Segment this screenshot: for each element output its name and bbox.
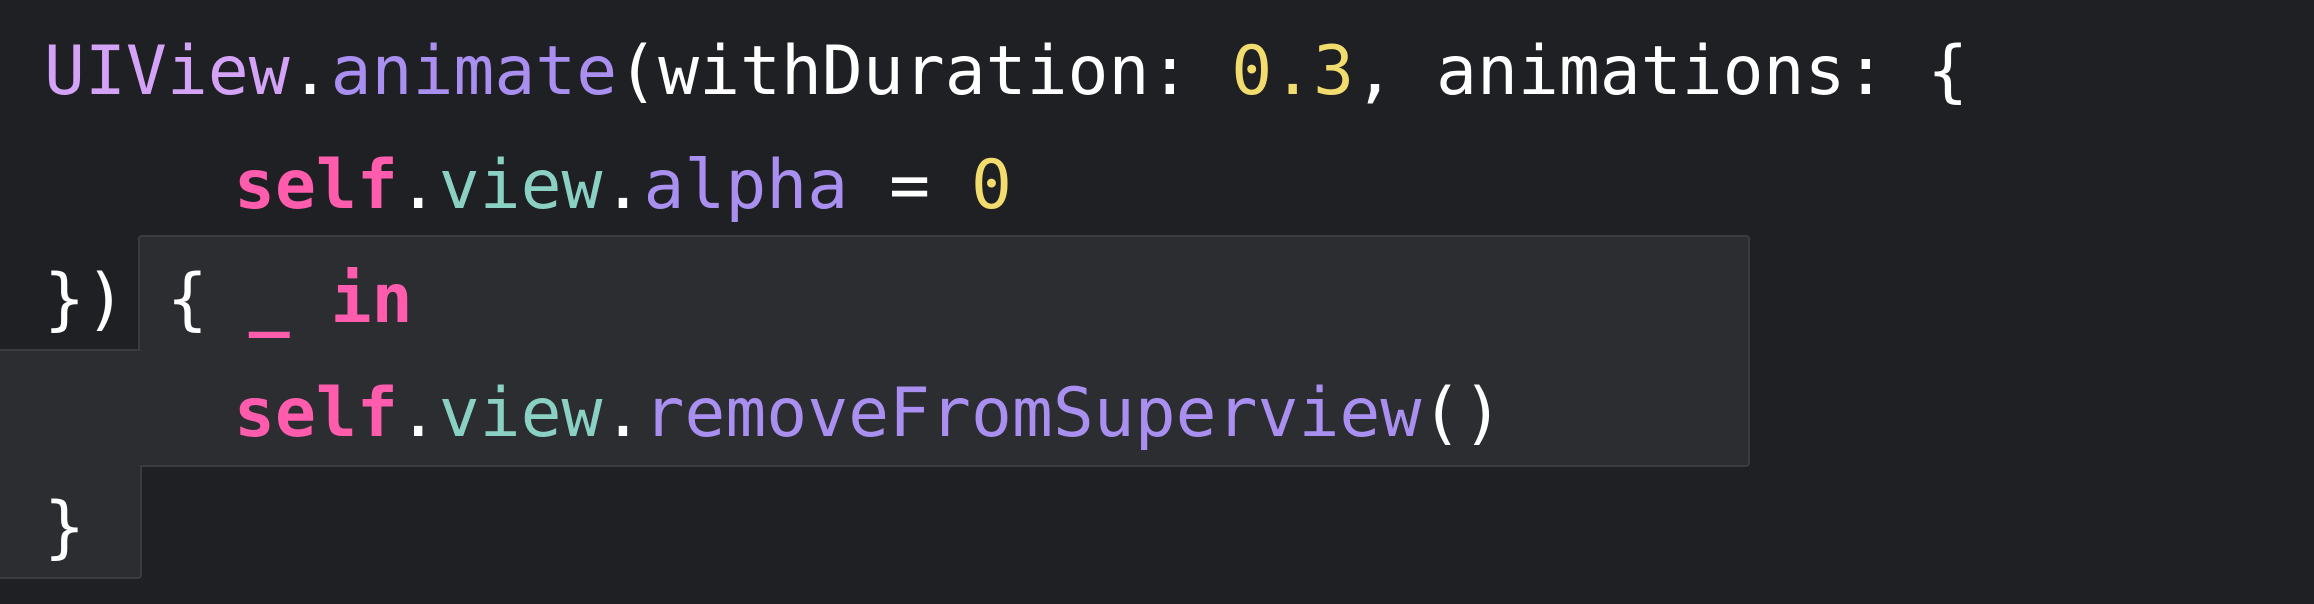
argument-label: animations:	[1436, 32, 1928, 111]
dot: .	[397, 146, 439, 225]
code-editor: UIView.animate(withDuration: 0.3, animat…	[0, 0, 2314, 604]
close-brace: }	[44, 488, 85, 567]
keyword-in: in	[330, 260, 413, 339]
code-line-4: self.view.removeFromSuperview()	[44, 364, 1503, 464]
method-name: animate	[330, 32, 618, 111]
dot: .	[289, 32, 331, 111]
code-line-5: }	[44, 478, 85, 578]
open-brace: {	[166, 260, 249, 339]
keyword-self: self	[234, 146, 398, 225]
dot: .	[602, 146, 644, 225]
argument-label: withDuration:	[658, 32, 1232, 111]
dot: .	[397, 374, 439, 453]
dot: .	[602, 374, 644, 453]
code-line-2: self.view.alpha = 0	[44, 136, 1012, 236]
code-line-3: }) { _ in	[44, 250, 413, 350]
underscore-parameter: _	[248, 260, 290, 339]
property-alpha: alpha	[643, 146, 849, 225]
number-literal: 0.3	[1231, 32, 1355, 111]
open-paren: (	[617, 32, 659, 111]
open-brace: {	[1927, 32, 1969, 111]
close-brace-paren: })	[44, 260, 126, 339]
keyword-self: self	[234, 374, 398, 453]
type-name: UIView	[44, 32, 290, 111]
property-view: view	[438, 374, 603, 453]
call-parens: ()	[1421, 374, 1504, 453]
method-remove-from-superview: removeFromSuperview	[643, 374, 1422, 453]
number-literal: 0	[970, 146, 1012, 225]
code-line-1: UIView.animate(withDuration: 0.3, animat…	[44, 22, 1968, 122]
comma: ,	[1354, 32, 1436, 111]
assign-operator: =	[848, 146, 971, 225]
property-view: view	[438, 146, 603, 225]
